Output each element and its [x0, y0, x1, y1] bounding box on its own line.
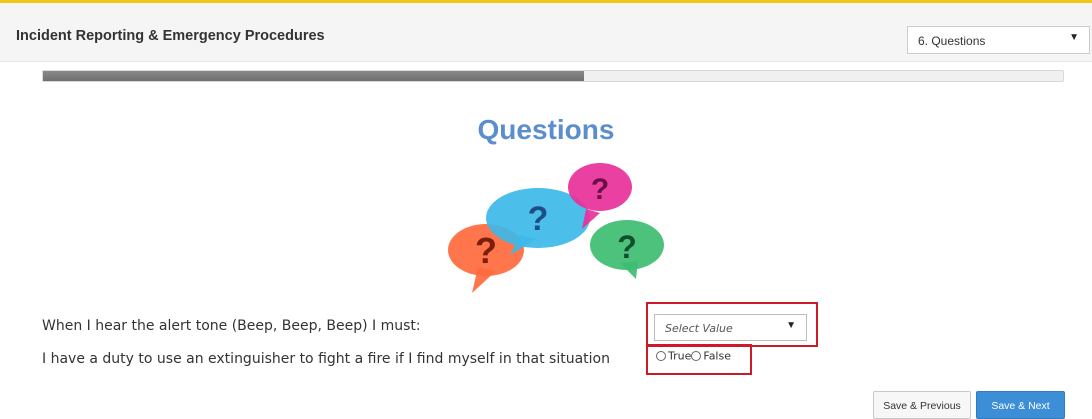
save-previous-button[interactable]: Save & Previous	[873, 391, 971, 419]
true-false-radio-group: True False	[656, 349, 731, 365]
radio-true[interactable]	[656, 351, 666, 361]
question-2-text: I have a duty to use an extinguisher to …	[42, 351, 610, 367]
section-dropdown-value: 6. Questions	[918, 34, 986, 48]
progress-bar	[42, 70, 1064, 82]
course-header: Incident Reporting & Emergency Procedure…	[0, 3, 1092, 62]
question-mark-pink: ?	[591, 173, 609, 206]
green-question-bubble: ?	[590, 220, 664, 279]
chevron-down-icon: ▼	[1069, 32, 1079, 43]
radio-false-label[interactable]: False	[703, 350, 731, 363]
progress-bar-fill	[43, 71, 584, 81]
course-title: Incident Reporting & Emergency Procedure…	[16, 28, 325, 44]
page: Incident Reporting & Emergency Procedure…	[0, 0, 1092, 419]
question-mark-blue: ?	[528, 200, 549, 238]
page-title: Questions	[477, 114, 615, 145]
question-speech-bubbles-icon: ? ? ? ?	[448, 163, 664, 293]
save-next-button[interactable]: Save & Next	[976, 391, 1065, 419]
answer-select-dropdown[interactable]: Select Value ▼	[654, 314, 807, 341]
chevron-down-icon: ▼	[786, 320, 796, 331]
radio-true-label[interactable]: True	[668, 350, 691, 363]
answer-select-value: Select Value	[665, 322, 733, 335]
question-mark-orange: ?	[475, 230, 497, 271]
section-dropdown[interactable]: 6. Questions ▼	[907, 26, 1090, 54]
question-1-text: When I hear the alert tone (Beep, Beep, …	[42, 318, 421, 334]
radio-false[interactable]	[691, 351, 702, 361]
question-mark-green: ?	[617, 229, 637, 265]
